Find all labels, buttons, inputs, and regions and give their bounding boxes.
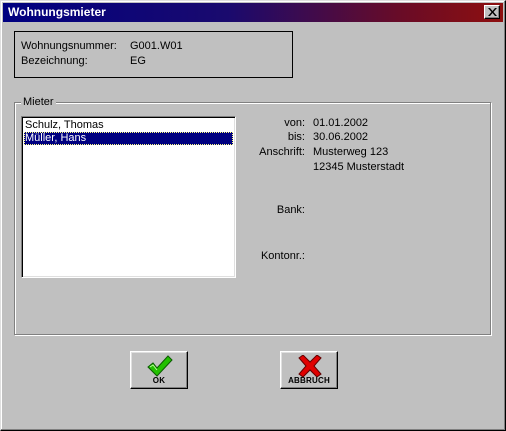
ok-button-label: OK: [152, 376, 166, 385]
bezeichnung-value: EG: [130, 55, 146, 67]
bank-label: Bank:: [276, 204, 305, 216]
tenant-list-item-selected[interactable]: Müller, Hans: [24, 132, 233, 145]
abbruch-button-label: ABBRUCH: [288, 376, 330, 385]
tenant-listbox[interactable]: Schulz, Thomas Müller, Hans: [21, 116, 236, 278]
abbruch-button[interactable]: ABBRUCH: [280, 351, 338, 389]
bis-value: 30.06.2002: [313, 131, 369, 143]
tenant-list-item[interactable]: Schulz, Thomas: [24, 119, 233, 132]
close-icon: [488, 8, 497, 16]
cancel-x-icon: [298, 355, 322, 377]
bis-label: bis:: [287, 131, 305, 143]
anschrift-line2: 12345 Musterstadt: [313, 161, 405, 173]
close-button[interactable]: [484, 5, 500, 19]
von-label: von:: [284, 117, 305, 129]
von-value: 01.01.2002: [313, 117, 369, 129]
anschrift-label: Anschrift:: [259, 146, 305, 158]
kontonr-label: Kontonr.:: [260, 250, 305, 262]
wohnungsnummer-label: Wohnungsnummer:: [21, 40, 117, 52]
dialog-window: Wohnungsmieter Wohnungsnummer: G001.W01 …: [0, 0, 506, 431]
anschrift-line1: Musterweg 123: [313, 146, 389, 158]
ok-button[interactable]: OK: [130, 351, 188, 389]
title-bar[interactable]: Wohnungsmieter: [3, 3, 503, 22]
checkmark-icon: [147, 355, 173, 377]
bezeichnung-label: Bezeichnung:: [21, 55, 88, 67]
wohnungsnummer-value: G001.W01: [130, 40, 183, 52]
window-title: Wohnungsmieter: [8, 5, 106, 19]
mieter-group-label: Mieter: [21, 96, 56, 108]
